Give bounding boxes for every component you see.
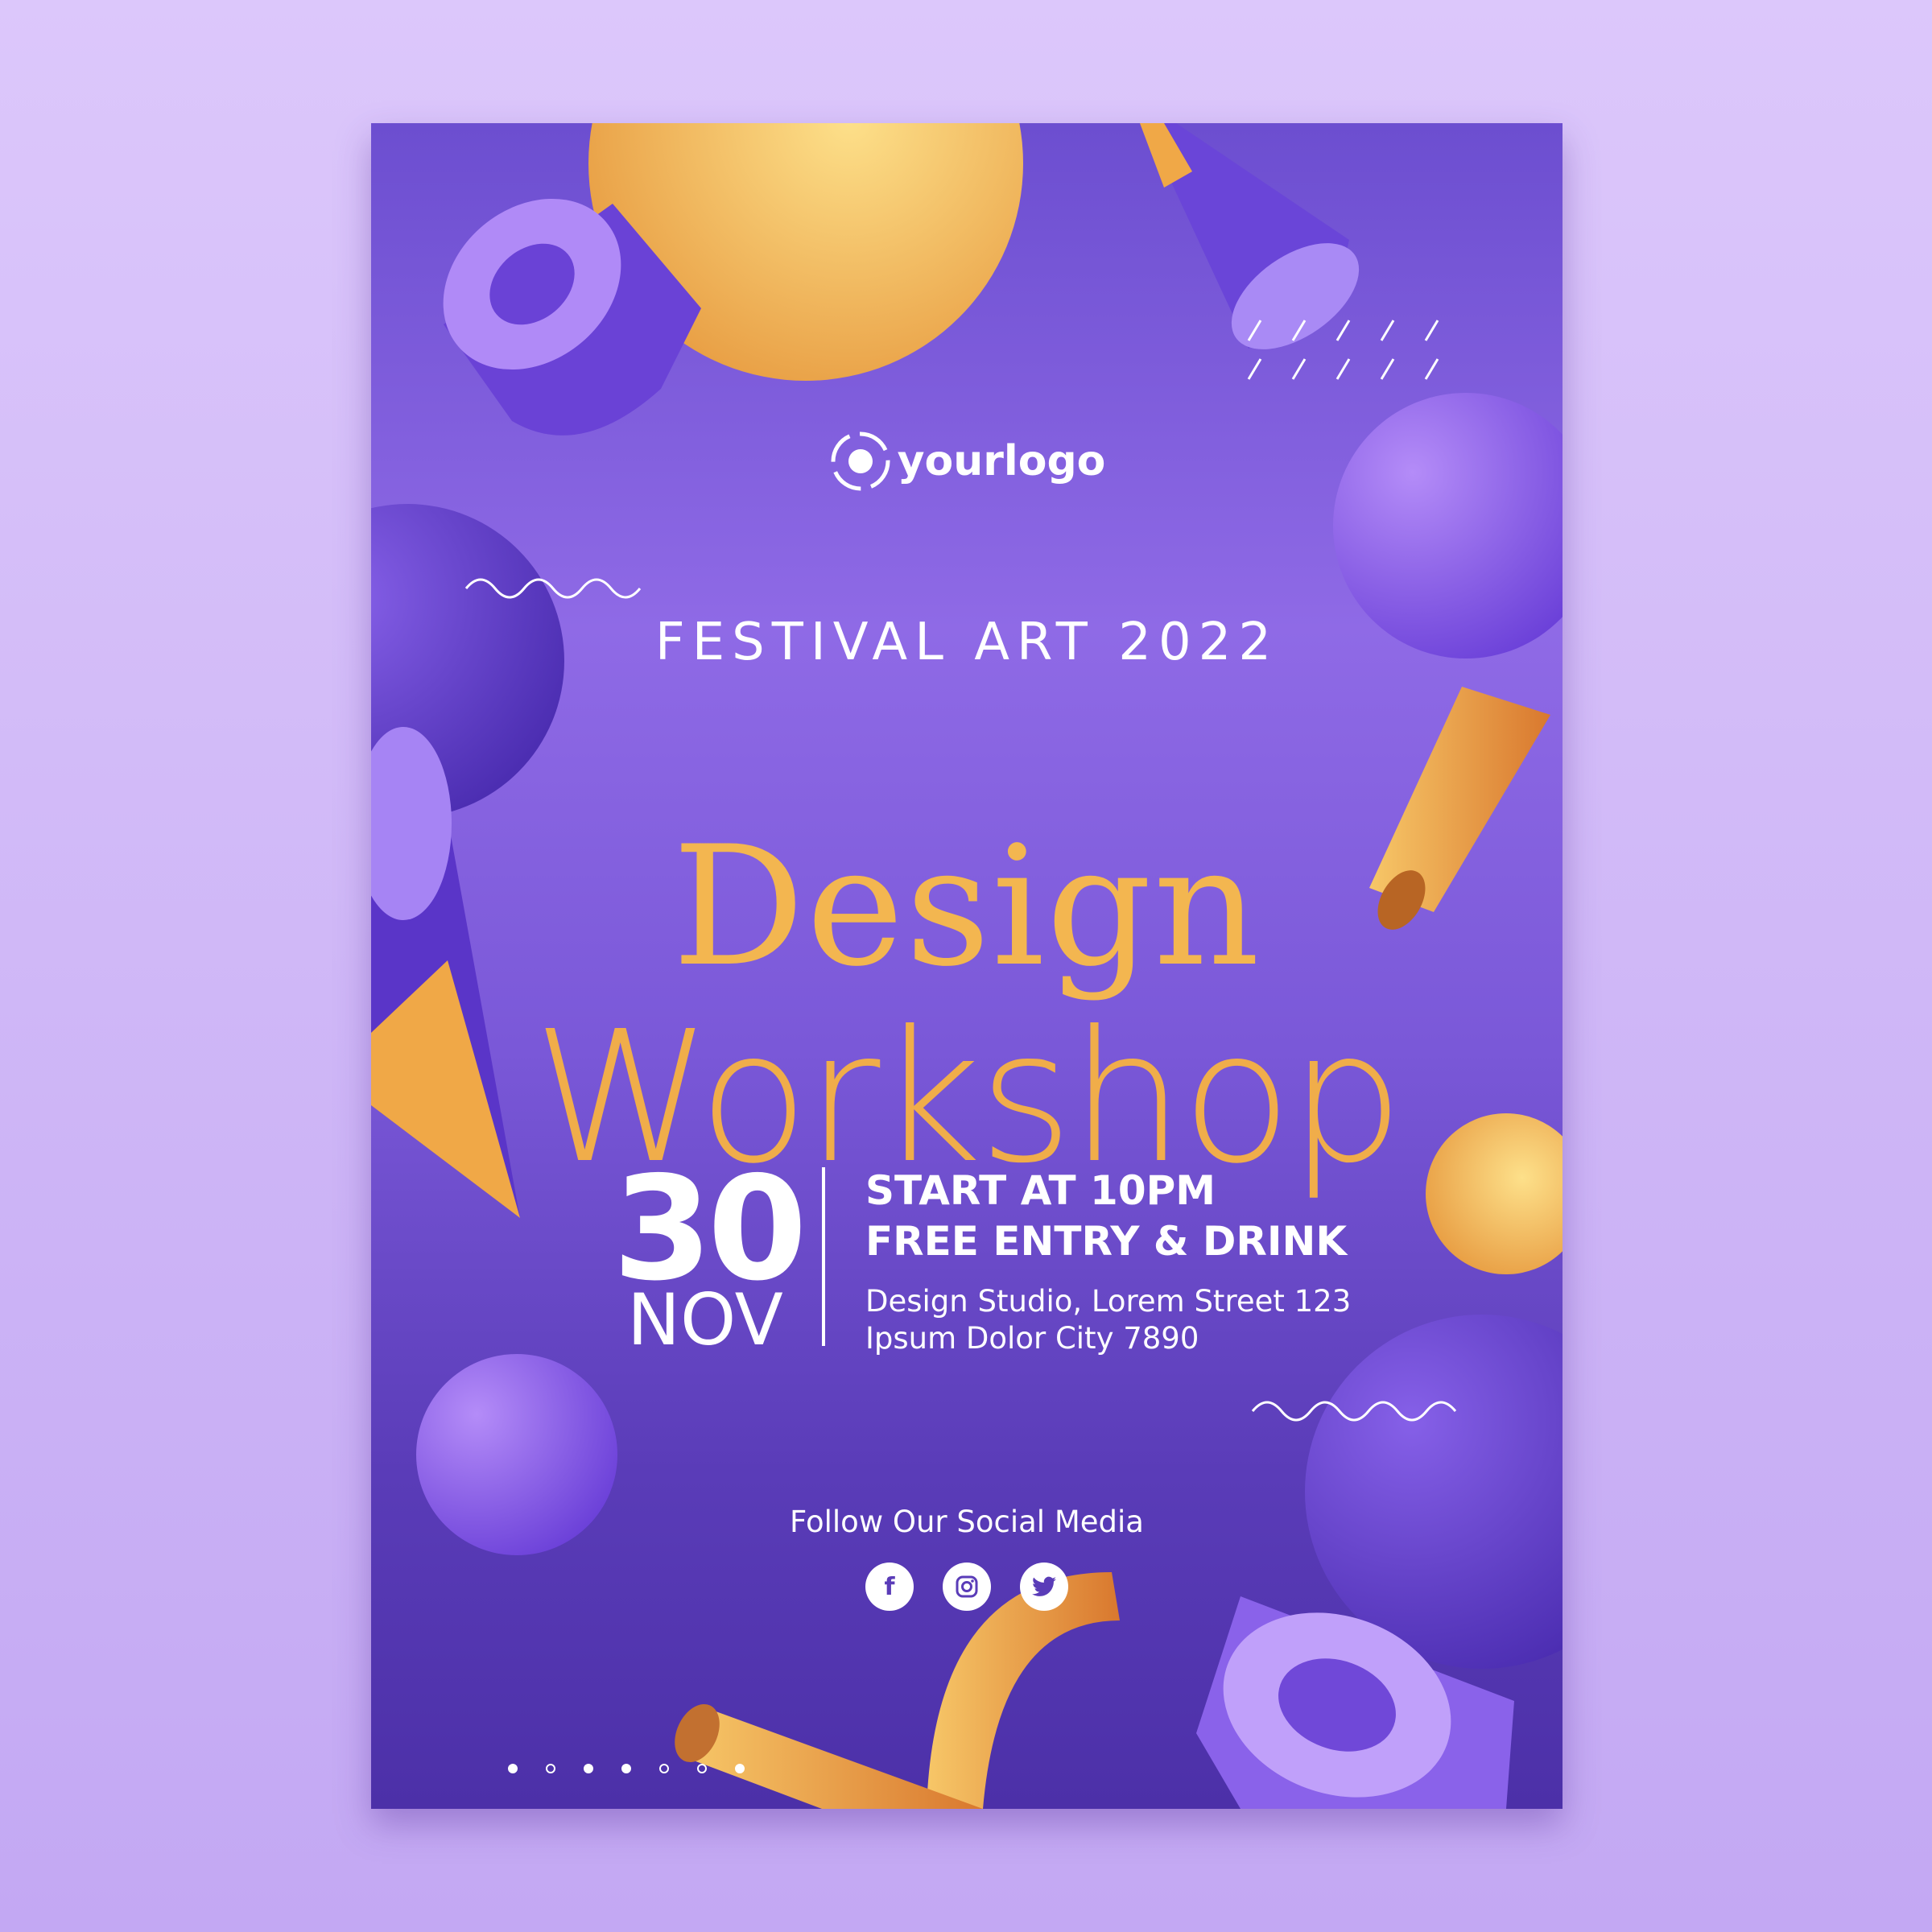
event-poster: yourlogo FESTIVAL ART 2022 Design Worksh… xyxy=(371,123,1563,1809)
event-offer: FREE ENTRY & DRINK xyxy=(865,1218,1348,1265)
dot-hollow xyxy=(659,1764,669,1773)
dot-filled xyxy=(735,1764,745,1773)
social-label: Follow Our Social Media xyxy=(790,1505,1144,1539)
logo-text: yourlogo xyxy=(897,437,1106,485)
event-time: START AT 10PM xyxy=(865,1167,1216,1214)
pagination-dots xyxy=(508,1764,745,1773)
address-line-1: Design Studio, Lorem Street 123 xyxy=(865,1284,1352,1319)
dot-hollow xyxy=(697,1764,707,1773)
facebook-icon[interactable]: f xyxy=(865,1563,914,1611)
divider xyxy=(822,1167,825,1346)
instagram-glyph xyxy=(956,1575,978,1598)
dot-filled xyxy=(584,1764,593,1773)
event-month: NOV xyxy=(627,1278,783,1361)
event-subtitle: FESTIVAL ART 2022 xyxy=(654,613,1279,672)
logo: yourlogo xyxy=(371,429,1563,493)
social-links: f xyxy=(371,1563,1563,1611)
dot-filled xyxy=(508,1764,518,1773)
dot-hollow xyxy=(546,1764,555,1773)
title-line-1: Design xyxy=(672,811,1261,1003)
twitter-icon[interactable] xyxy=(1020,1563,1068,1611)
target-icon xyxy=(831,431,890,491)
instagram-icon[interactable] xyxy=(943,1563,991,1611)
address-line-2: Ipsum Dolor City 7890 xyxy=(865,1321,1199,1356)
event-info: START AT 10PM FREE ENTRY & DRINK Design … xyxy=(865,1166,1351,1357)
dot-filled xyxy=(621,1764,631,1773)
twitter-glyph xyxy=(1032,1576,1056,1596)
